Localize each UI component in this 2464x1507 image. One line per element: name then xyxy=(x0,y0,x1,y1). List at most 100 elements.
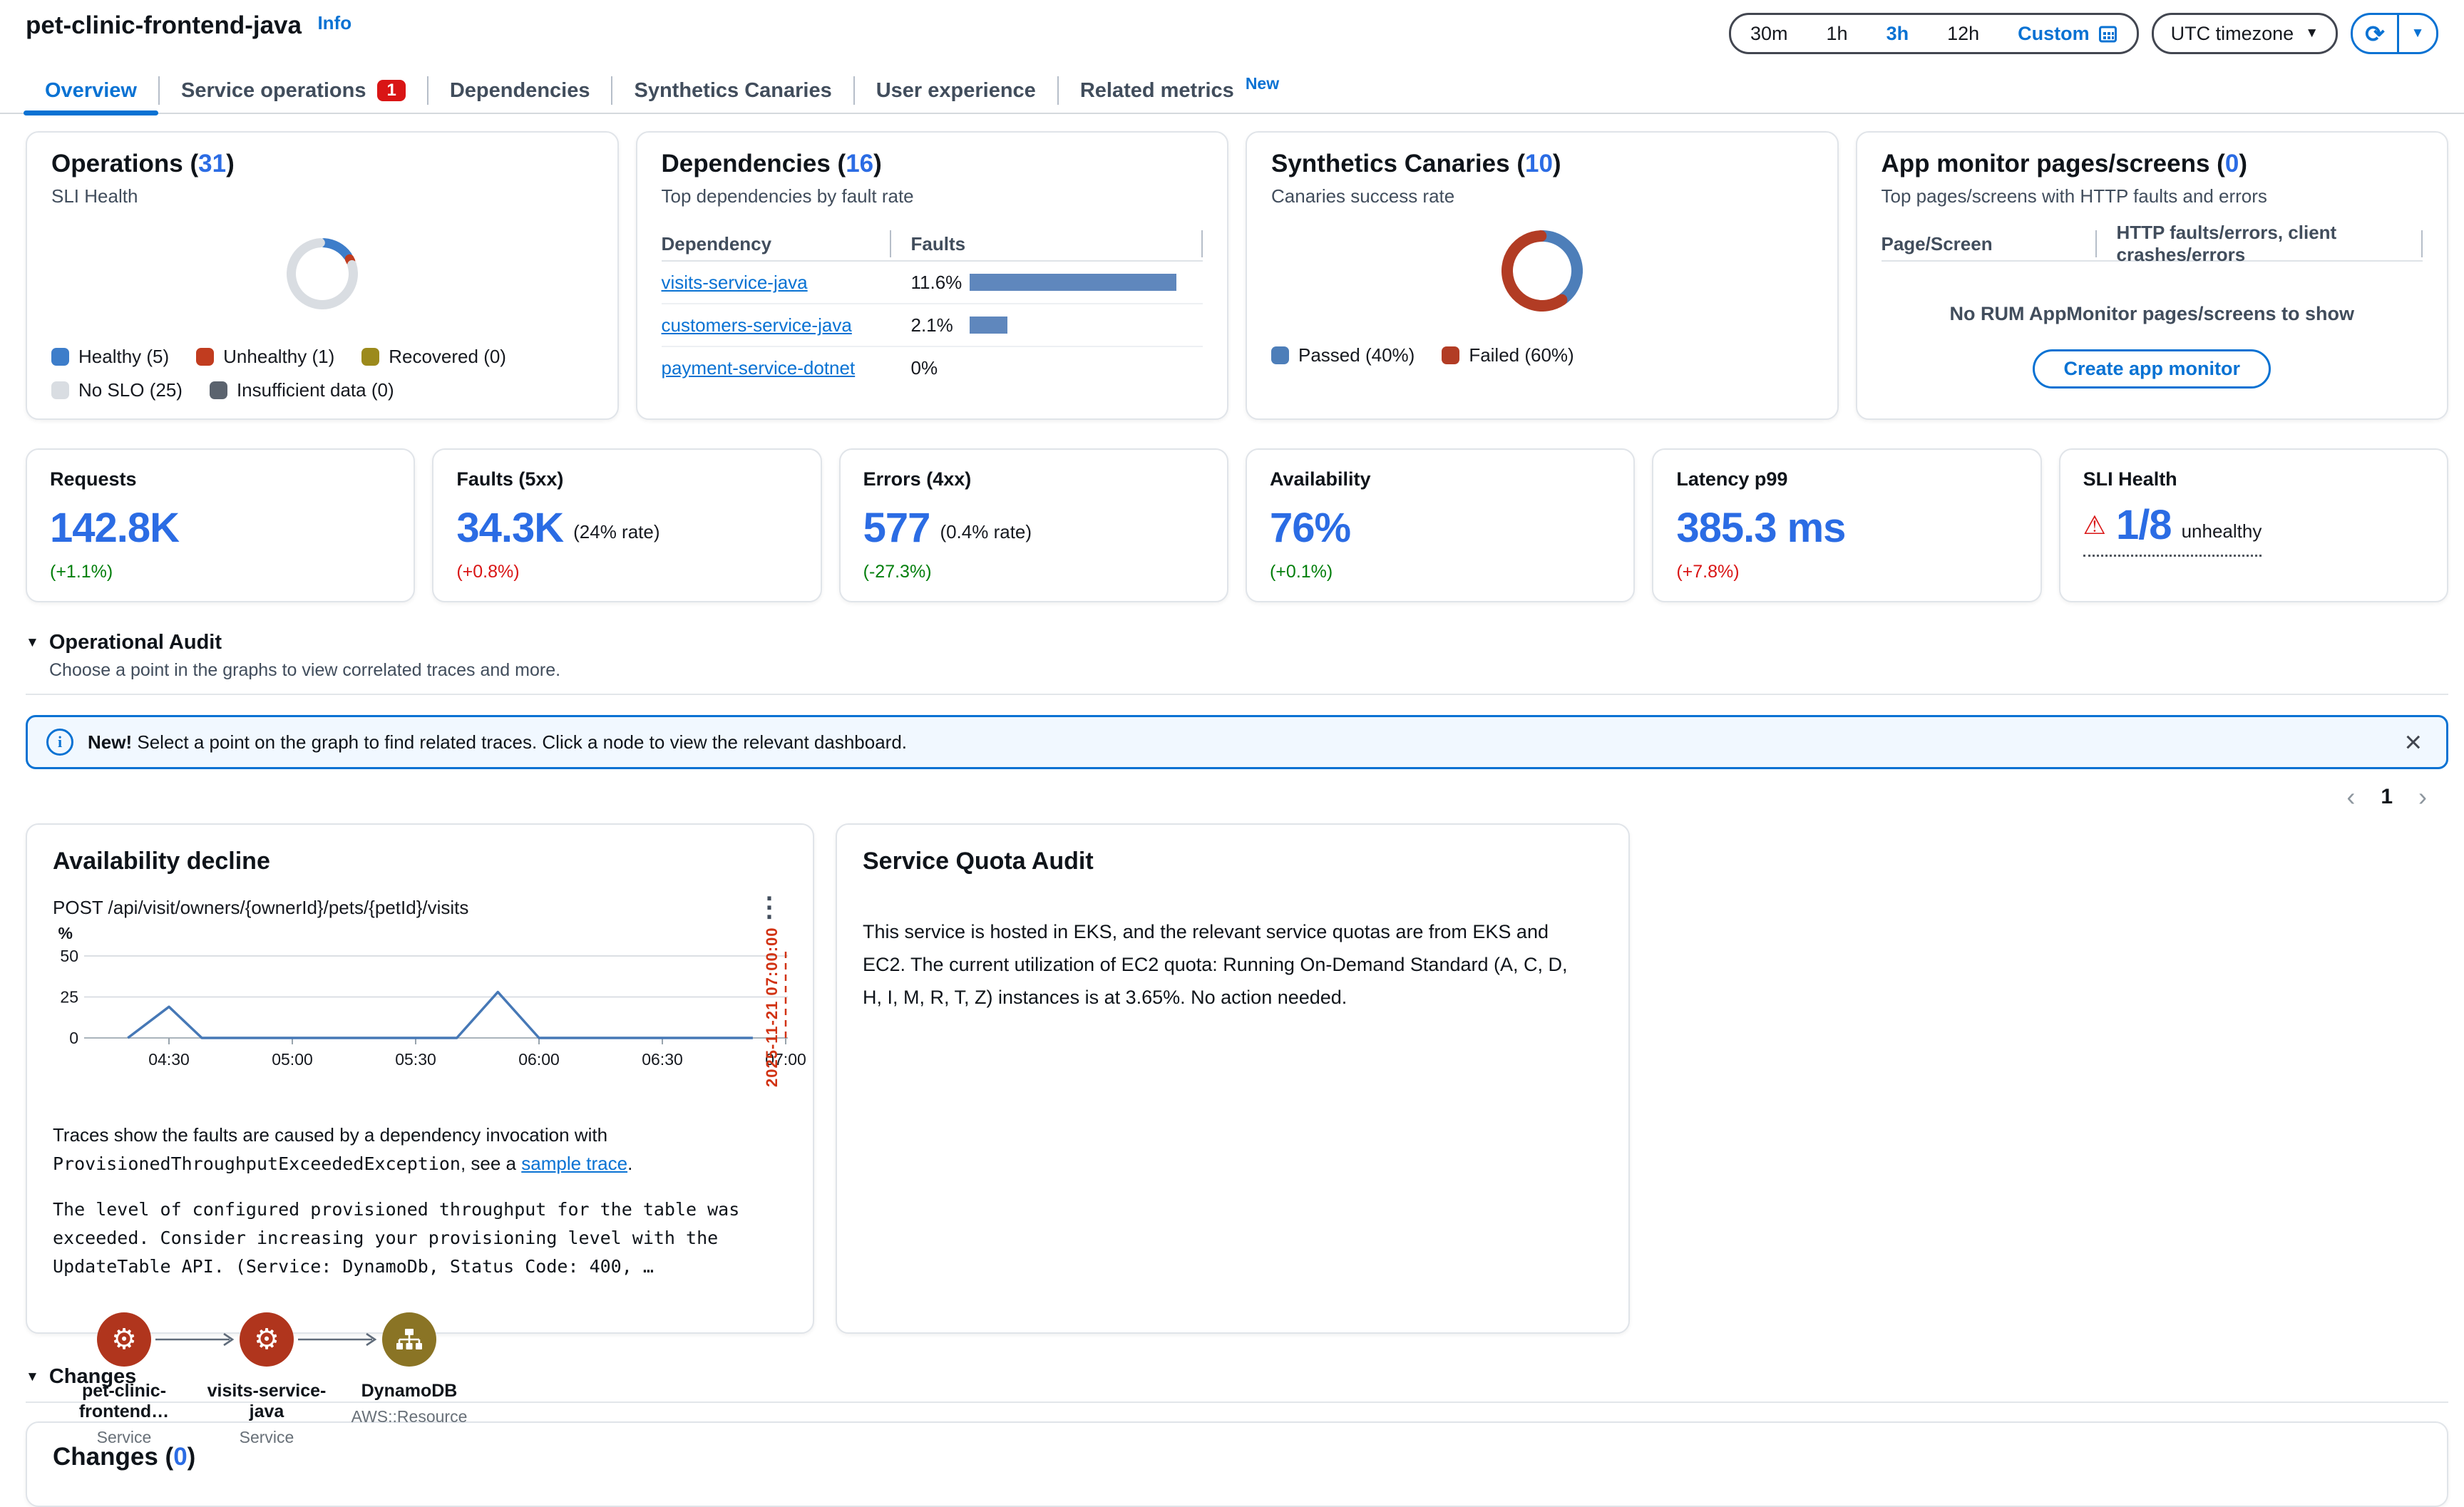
app-monitor-card: App monitor pages/screens (0) Top pages/… xyxy=(1856,131,2449,420)
dependency-link[interactable]: customers-service-java xyxy=(662,314,852,336)
create-app-monitor-button[interactable]: Create app monitor xyxy=(2033,349,2271,389)
operations-legend: Healthy (5) Unhealthy (1) Recovered (0) … xyxy=(51,346,593,401)
page-number[interactable]: 1 xyxy=(2381,785,2393,809)
empty-state-text: No RUM AppMonitor pages/screens to show xyxy=(1882,303,2423,325)
info-icon: i xyxy=(46,729,73,756)
summary-cards-row: Operations (31) SLI Health Healthy (5) U… xyxy=(26,131,2448,420)
time-range-12h[interactable]: 12h xyxy=(1928,23,1998,45)
column-divider xyxy=(890,230,891,257)
fault-rate: 0% xyxy=(911,357,970,379)
next-page-icon[interactable]: › xyxy=(2418,782,2427,812)
column-divider xyxy=(2421,230,2423,257)
metric-value: 34.3K xyxy=(456,508,563,549)
card-subtitle: Canaries success rate xyxy=(1271,185,1813,207)
banner-bold: New! xyxy=(88,731,132,753)
app-monitor-count[interactable]: 0 xyxy=(2225,150,2239,178)
legend-swatch xyxy=(1442,346,1459,364)
svg-text:%: % xyxy=(58,924,73,942)
traces-paragraph: Traces show the faults are caused by a d… xyxy=(53,1121,787,1178)
card-title: Availability decline xyxy=(53,848,787,875)
refresh-dropdown-button[interactable]: ▼ xyxy=(2397,15,2436,52)
fault-bar xyxy=(970,317,1007,334)
section-divider xyxy=(26,694,2448,695)
arrow-icon xyxy=(297,1329,381,1349)
canaries-donut-chart[interactable] xyxy=(1271,217,1813,324)
arrow-icon xyxy=(154,1329,238,1349)
operations-donut-chart[interactable] xyxy=(51,217,593,330)
metric-value: 385.3 ms xyxy=(1676,508,1845,549)
card-subtitle: Top dependencies by fault rate xyxy=(662,185,1203,207)
metric-value: 142.8K xyxy=(50,508,179,549)
errors-metric-card: Errors (4xx) 577 (0.4% rate) (-27.3%) xyxy=(839,448,1228,602)
metric-value: 76% xyxy=(1270,508,1350,549)
service-quota-audit-card: Service Quota Audit This service is host… xyxy=(836,823,1630,1334)
tab-related-metrics[interactable]: Related metrics New xyxy=(1059,68,1300,113)
card-title: Operations xyxy=(51,150,183,178)
prev-page-icon[interactable]: ‹ xyxy=(2346,782,2355,812)
column-divider xyxy=(2095,230,2097,257)
dependency-link[interactable]: payment-service-dotnet xyxy=(662,357,856,379)
tab-service-operations[interactable]: Service operations 1 xyxy=(160,68,427,113)
sample-trace-link[interactable]: sample trace xyxy=(521,1153,627,1174)
section-subtitle: Choose a point in the graphs to view cor… xyxy=(49,660,2438,681)
tab-synthetics-canaries[interactable]: Synthetics Canaries xyxy=(612,68,853,113)
tab-user-experience[interactable]: User experience xyxy=(855,68,1057,113)
page-header: pet-clinic-frontend-java Info 30m 1h 3h … xyxy=(0,0,2464,54)
chart-title: POST /api/visit/owners/{ownerId}/pets/{p… xyxy=(53,897,468,919)
time-range-selector: 30m 1h 3h 12h Custom xyxy=(1729,13,2139,54)
svg-text:05:30: 05:30 xyxy=(395,1050,436,1069)
fault-rate: 2.1% xyxy=(911,314,970,336)
tab-overview[interactable]: Overview xyxy=(24,68,158,113)
card-title: Service Quota Audit xyxy=(863,848,1603,875)
operational-audit-section-header: ▼ Operational Audit Choose a point in th… xyxy=(26,631,2438,681)
metric-trend: (-27.3%) xyxy=(863,562,1204,582)
canaries-count[interactable]: 10 xyxy=(1525,150,1553,178)
timezone-select[interactable]: UTC timezone ▼ xyxy=(2152,13,2338,54)
card-title: Dependencies xyxy=(662,150,831,178)
svg-text:06:00: 06:00 xyxy=(518,1050,560,1069)
refresh-control: ⟳ ▼ xyxy=(2351,13,2438,54)
kebab-menu-icon[interactable]: ⋮ xyxy=(751,897,787,918)
new-flag: New xyxy=(1246,74,1279,93)
metric-value: 577 xyxy=(863,508,930,549)
availability-line-chart[interactable]: %0255004:3005:0005:3006:0006:3007:002025… xyxy=(53,926,790,1096)
warning-icon: ⚠ xyxy=(2083,513,2106,538)
dependencies-card: Dependencies (16) Top dependencies by fa… xyxy=(636,131,1229,420)
time-range-1h[interactable]: 1h xyxy=(1807,23,1867,45)
table-row: customers-service-java 2.1% xyxy=(662,304,1203,347)
service-operations-badge: 1 xyxy=(377,80,405,101)
dependency-link[interactable]: visits-service-java xyxy=(662,272,808,293)
metric-rate: (0.4% rate) xyxy=(940,521,1032,543)
app-monitor-table-header: Page/Screen HTTP faults/errors, client c… xyxy=(1882,227,2423,262)
time-range-30m[interactable]: 30m xyxy=(1731,23,1807,45)
legend-swatch xyxy=(361,348,379,366)
availability-metric-card: Availability 76% (+0.1%) xyxy=(1246,448,1635,602)
time-range-3h[interactable]: 3h xyxy=(1867,23,1929,45)
availability-decline-card: Availability decline POST /api/visit/own… xyxy=(26,823,814,1334)
close-icon[interactable]: × xyxy=(2398,727,2428,757)
column-divider xyxy=(1201,230,1203,257)
table-row: payment-service-dotnet 0% xyxy=(662,347,1203,389)
operations-count[interactable]: 31 xyxy=(198,150,226,178)
info-link[interactable]: Info xyxy=(317,12,351,34)
time-range-custom[interactable]: Custom xyxy=(1998,23,2137,45)
sitemap-icon xyxy=(382,1312,436,1367)
gear-icon: ⚙ xyxy=(97,1312,151,1367)
legend-swatch xyxy=(1271,346,1289,364)
tab-dependencies[interactable]: Dependencies xyxy=(428,68,612,113)
metric-trend: (+7.8%) xyxy=(1676,562,2017,582)
faults-metric-card: Faults (5xx) 34.3K (24% rate) (+0.8%) xyxy=(432,448,821,602)
page-title-group: pet-clinic-frontend-java Info xyxy=(26,11,351,40)
metric-rate: (24% rate) xyxy=(573,521,659,543)
table-row: visits-service-java 11.6% xyxy=(662,262,1203,304)
refresh-button[interactable]: ⟳ xyxy=(2353,15,2397,52)
legend-swatch xyxy=(210,381,227,399)
pagination: ‹ 1 › xyxy=(0,782,2427,812)
exception-code: ProvisionedThroughputExceededException xyxy=(53,1153,461,1174)
operational-audit-toggle[interactable]: ▼ Operational Audit xyxy=(26,631,2438,654)
svg-text:05:00: 05:00 xyxy=(272,1050,313,1069)
dependencies-count[interactable]: 16 xyxy=(846,150,873,178)
sli-health-value-group[interactable]: ⚠ 1/8 unhealthy xyxy=(2083,505,2262,557)
banner-message: Select a point on the graph to find rela… xyxy=(137,731,907,753)
metric-value: 1/8 xyxy=(2116,505,2172,546)
